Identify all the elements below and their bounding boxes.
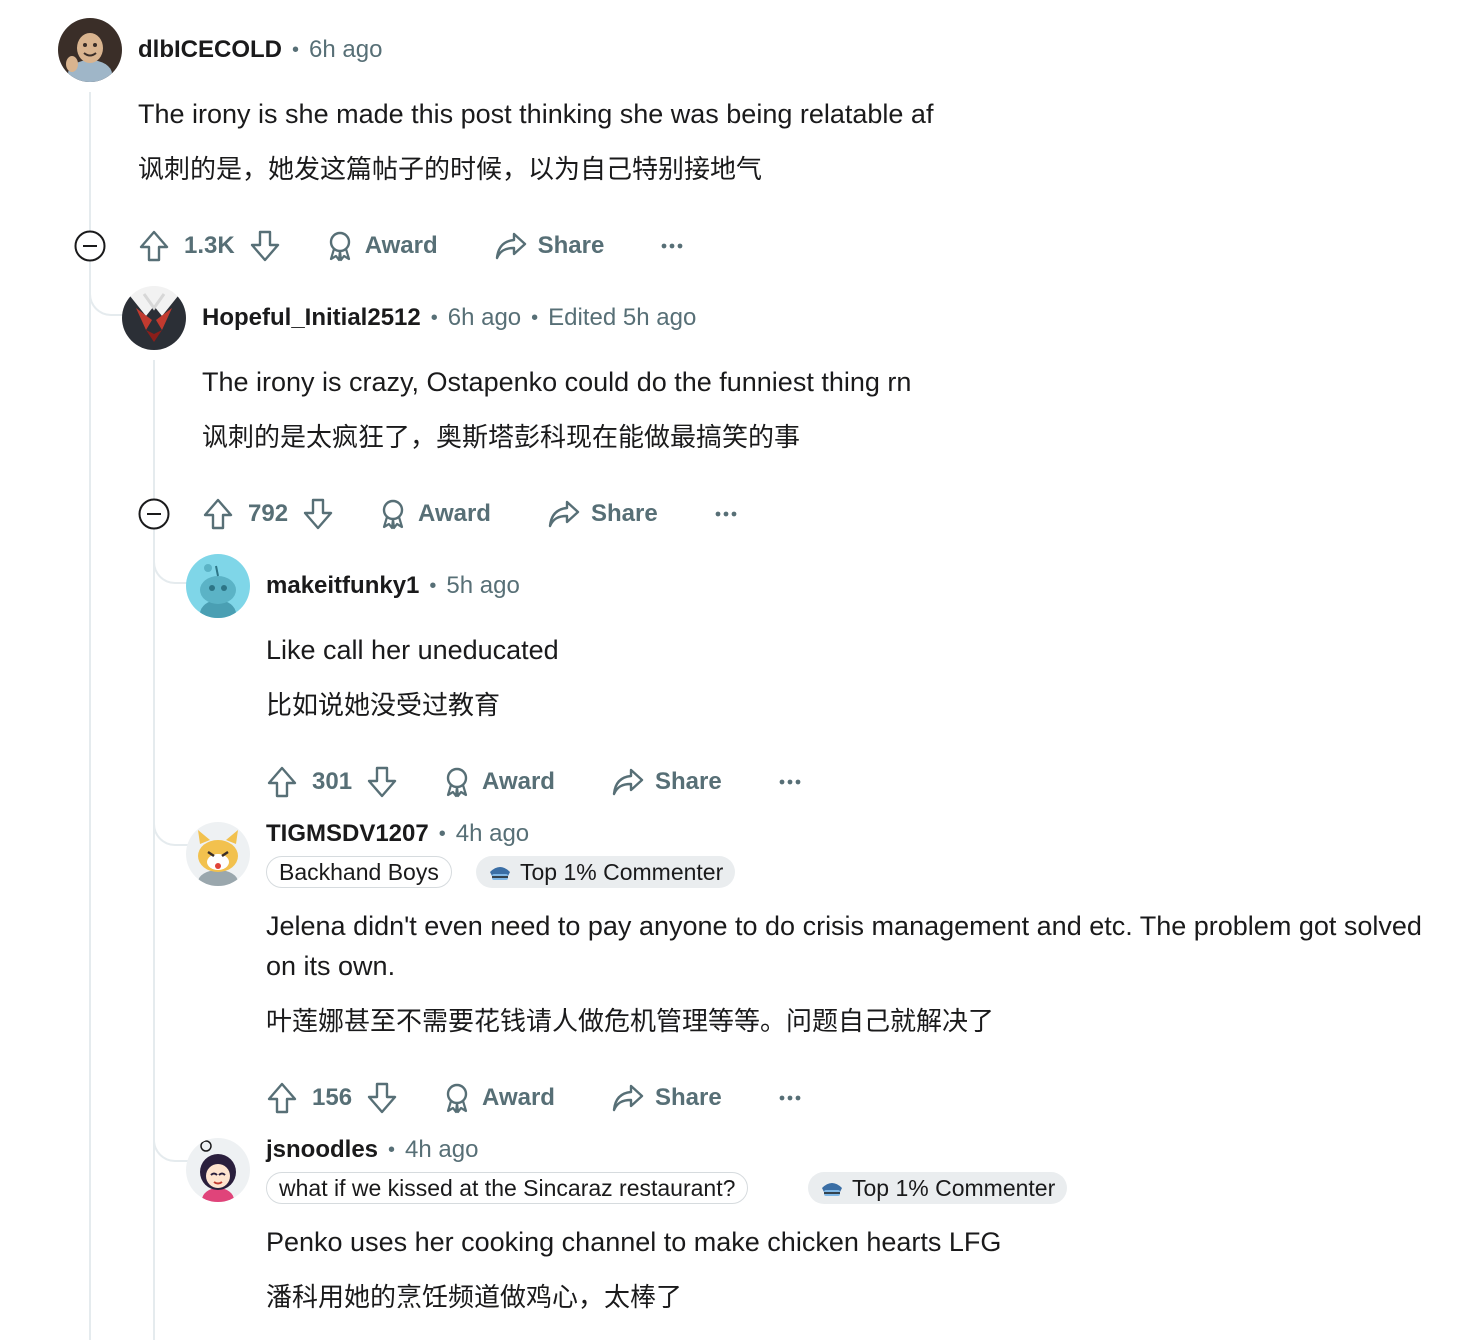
share-icon bbox=[495, 232, 526, 260]
comment-meta: jsnoodles • 4h ago bbox=[266, 1133, 478, 1167]
avatar[interactable] bbox=[186, 554, 250, 618]
timestamp[interactable]: 6h ago bbox=[309, 36, 382, 64]
award-icon bbox=[382, 499, 404, 530]
comment-meta: Hopeful_Initial2512 • 6h ago • Edited 5h… bbox=[202, 301, 696, 335]
comment-text: The irony is she made this post thinking… bbox=[138, 99, 934, 129]
comment-meta: dlbICECOLD • 6h ago bbox=[138, 33, 382, 67]
thread-elbow bbox=[153, 800, 189, 846]
separator-dot: • bbox=[438, 822, 446, 845]
username[interactable]: jsnoodles bbox=[266, 1136, 378, 1164]
comment-translation: 讽刺的是，她发这篇帖子的时候，以为自己特别接地气 bbox=[138, 155, 763, 185]
share-button[interactable]: Share bbox=[611, 1083, 722, 1113]
award-button[interactable]: Award bbox=[378, 498, 491, 530]
user-flair[interactable]: Backhand Boys bbox=[266, 856, 452, 888]
badge-label: Top 1% Commenter bbox=[520, 858, 724, 885]
separator-dot: • bbox=[429, 574, 437, 597]
comment-actions: 156 Award Share bbox=[266, 1078, 802, 1118]
vote-count: 301 bbox=[312, 768, 353, 795]
award-button[interactable]: Award bbox=[325, 230, 438, 262]
separator-dot: • bbox=[388, 1138, 396, 1161]
award-button[interactable]: Award bbox=[442, 1082, 555, 1114]
avatar[interactable] bbox=[58, 18, 122, 82]
timestamp[interactable]: 4h ago bbox=[405, 1136, 478, 1164]
award-label: Award bbox=[482, 1084, 555, 1111]
more-options-icon[interactable] bbox=[660, 242, 684, 250]
downvote-icon[interactable] bbox=[249, 229, 281, 263]
award-label: Award bbox=[364, 232, 438, 259]
commenter-badge-icon bbox=[822, 1183, 842, 1196]
share-label: Share bbox=[654, 768, 722, 795]
share-button[interactable]: Share bbox=[494, 231, 605, 261]
comment-text: Penko uses her cooking channel to make c… bbox=[266, 1227, 1002, 1257]
upvote-icon[interactable] bbox=[138, 229, 170, 263]
avatar[interactable] bbox=[186, 1138, 250, 1202]
timestamp[interactable]: 6h ago bbox=[448, 304, 521, 332]
badge-label: Top 1% Commenter bbox=[852, 1174, 1056, 1201]
comment-meta: TIGMSDV1207 • 4h ago bbox=[266, 817, 529, 851]
username[interactable]: dlbICECOLD bbox=[138, 36, 282, 64]
collapse-thread-icon[interactable] bbox=[138, 498, 170, 530]
share-label: Share bbox=[590, 500, 658, 527]
more-options-icon[interactable] bbox=[778, 1094, 802, 1102]
award-label: Award bbox=[418, 500, 491, 527]
comment-text: Like call her uneducated bbox=[266, 635, 559, 665]
thread-elbow bbox=[153, 1116, 189, 1162]
user-flair-text: what if we kissed at the Sincaraz restau… bbox=[279, 1174, 736, 1201]
avatar[interactable] bbox=[122, 286, 186, 350]
comment-translation: 比如说她没受过教育 bbox=[266, 691, 501, 721]
thread-elbow bbox=[89, 270, 125, 316]
more-options-icon[interactable] bbox=[778, 778, 802, 786]
share-button[interactable]: Share bbox=[547, 499, 658, 529]
upvote-icon[interactable] bbox=[266, 1081, 298, 1115]
comment-actions: 1.3K Award Share bbox=[138, 226, 684, 266]
user-flair-text: Backhand Boys bbox=[279, 858, 439, 885]
comment-translation: 叶莲娜甚至不需要花钱请人做危机管理等等。问题自己就解决了 bbox=[266, 1007, 995, 1037]
downvote-icon[interactable] bbox=[366, 765, 398, 799]
upvote-icon[interactable] bbox=[266, 765, 298, 799]
commenter-badge-icon bbox=[490, 867, 510, 880]
separator-dot: • bbox=[292, 38, 300, 61]
comment-meta: makeitfunky1 • 5h ago bbox=[266, 569, 520, 603]
share-icon bbox=[548, 500, 580, 528]
timestamp[interactable]: 4h ago bbox=[456, 820, 529, 848]
separator-dot: • bbox=[531, 306, 539, 329]
comment-translation: 讽刺的是太疯狂了，奥斯塔彭科现在能做最搞笑的事 bbox=[202, 423, 801, 453]
share-icon bbox=[612, 1084, 644, 1112]
share-icon bbox=[612, 768, 644, 796]
award-icon bbox=[446, 767, 468, 798]
username[interactable]: Hopeful_Initial2512 bbox=[202, 304, 421, 332]
share-label: Share bbox=[537, 232, 605, 259]
share-button[interactable]: Share bbox=[611, 767, 722, 797]
comment-text: The irony is crazy, Ostapenko could do t… bbox=[202, 367, 912, 397]
timestamp[interactable]: 5h ago bbox=[446, 572, 519, 600]
user-flair[interactable]: what if we kissed at the Sincaraz restau… bbox=[266, 1172, 749, 1204]
award-label: Award bbox=[482, 768, 555, 795]
vote-count: 1.3K bbox=[184, 232, 235, 259]
comment-actions: 792 Award Share bbox=[202, 494, 738, 534]
vote-count: 156 bbox=[312, 1084, 353, 1111]
downvote-icon[interactable] bbox=[302, 497, 334, 531]
vote-count: 792 bbox=[248, 500, 289, 527]
separator-dot: • bbox=[430, 306, 438, 329]
comment-text: Jelena didn't even need to pay anyone to… bbox=[266, 911, 1422, 981]
top-commenter-badge[interactable]: Top 1% Commenter bbox=[808, 1172, 1068, 1204]
award-button[interactable]: Award bbox=[442, 766, 555, 798]
thread-elbow bbox=[153, 538, 189, 584]
username[interactable]: TIGMSDV1207 bbox=[266, 820, 429, 848]
comment-translation: 潘科用她的烹饪频道做鸡心，太棒了 bbox=[266, 1283, 683, 1313]
comment-actions: 301 Award Share bbox=[266, 762, 802, 802]
top-commenter-badge[interactable]: Top 1% Commenter bbox=[476, 856, 736, 888]
share-label: Share bbox=[654, 1084, 722, 1111]
award-icon bbox=[329, 231, 350, 262]
avatar[interactable] bbox=[186, 822, 250, 886]
username[interactable]: makeitfunky1 bbox=[266, 572, 419, 600]
collapse-thread-icon[interactable] bbox=[74, 230, 106, 262]
award-icon bbox=[446, 1083, 468, 1114]
more-options-icon[interactable] bbox=[714, 510, 738, 518]
edited-label: Edited 5h ago bbox=[548, 304, 697, 331]
upvote-icon[interactable] bbox=[202, 497, 234, 531]
downvote-icon[interactable] bbox=[366, 1081, 398, 1115]
